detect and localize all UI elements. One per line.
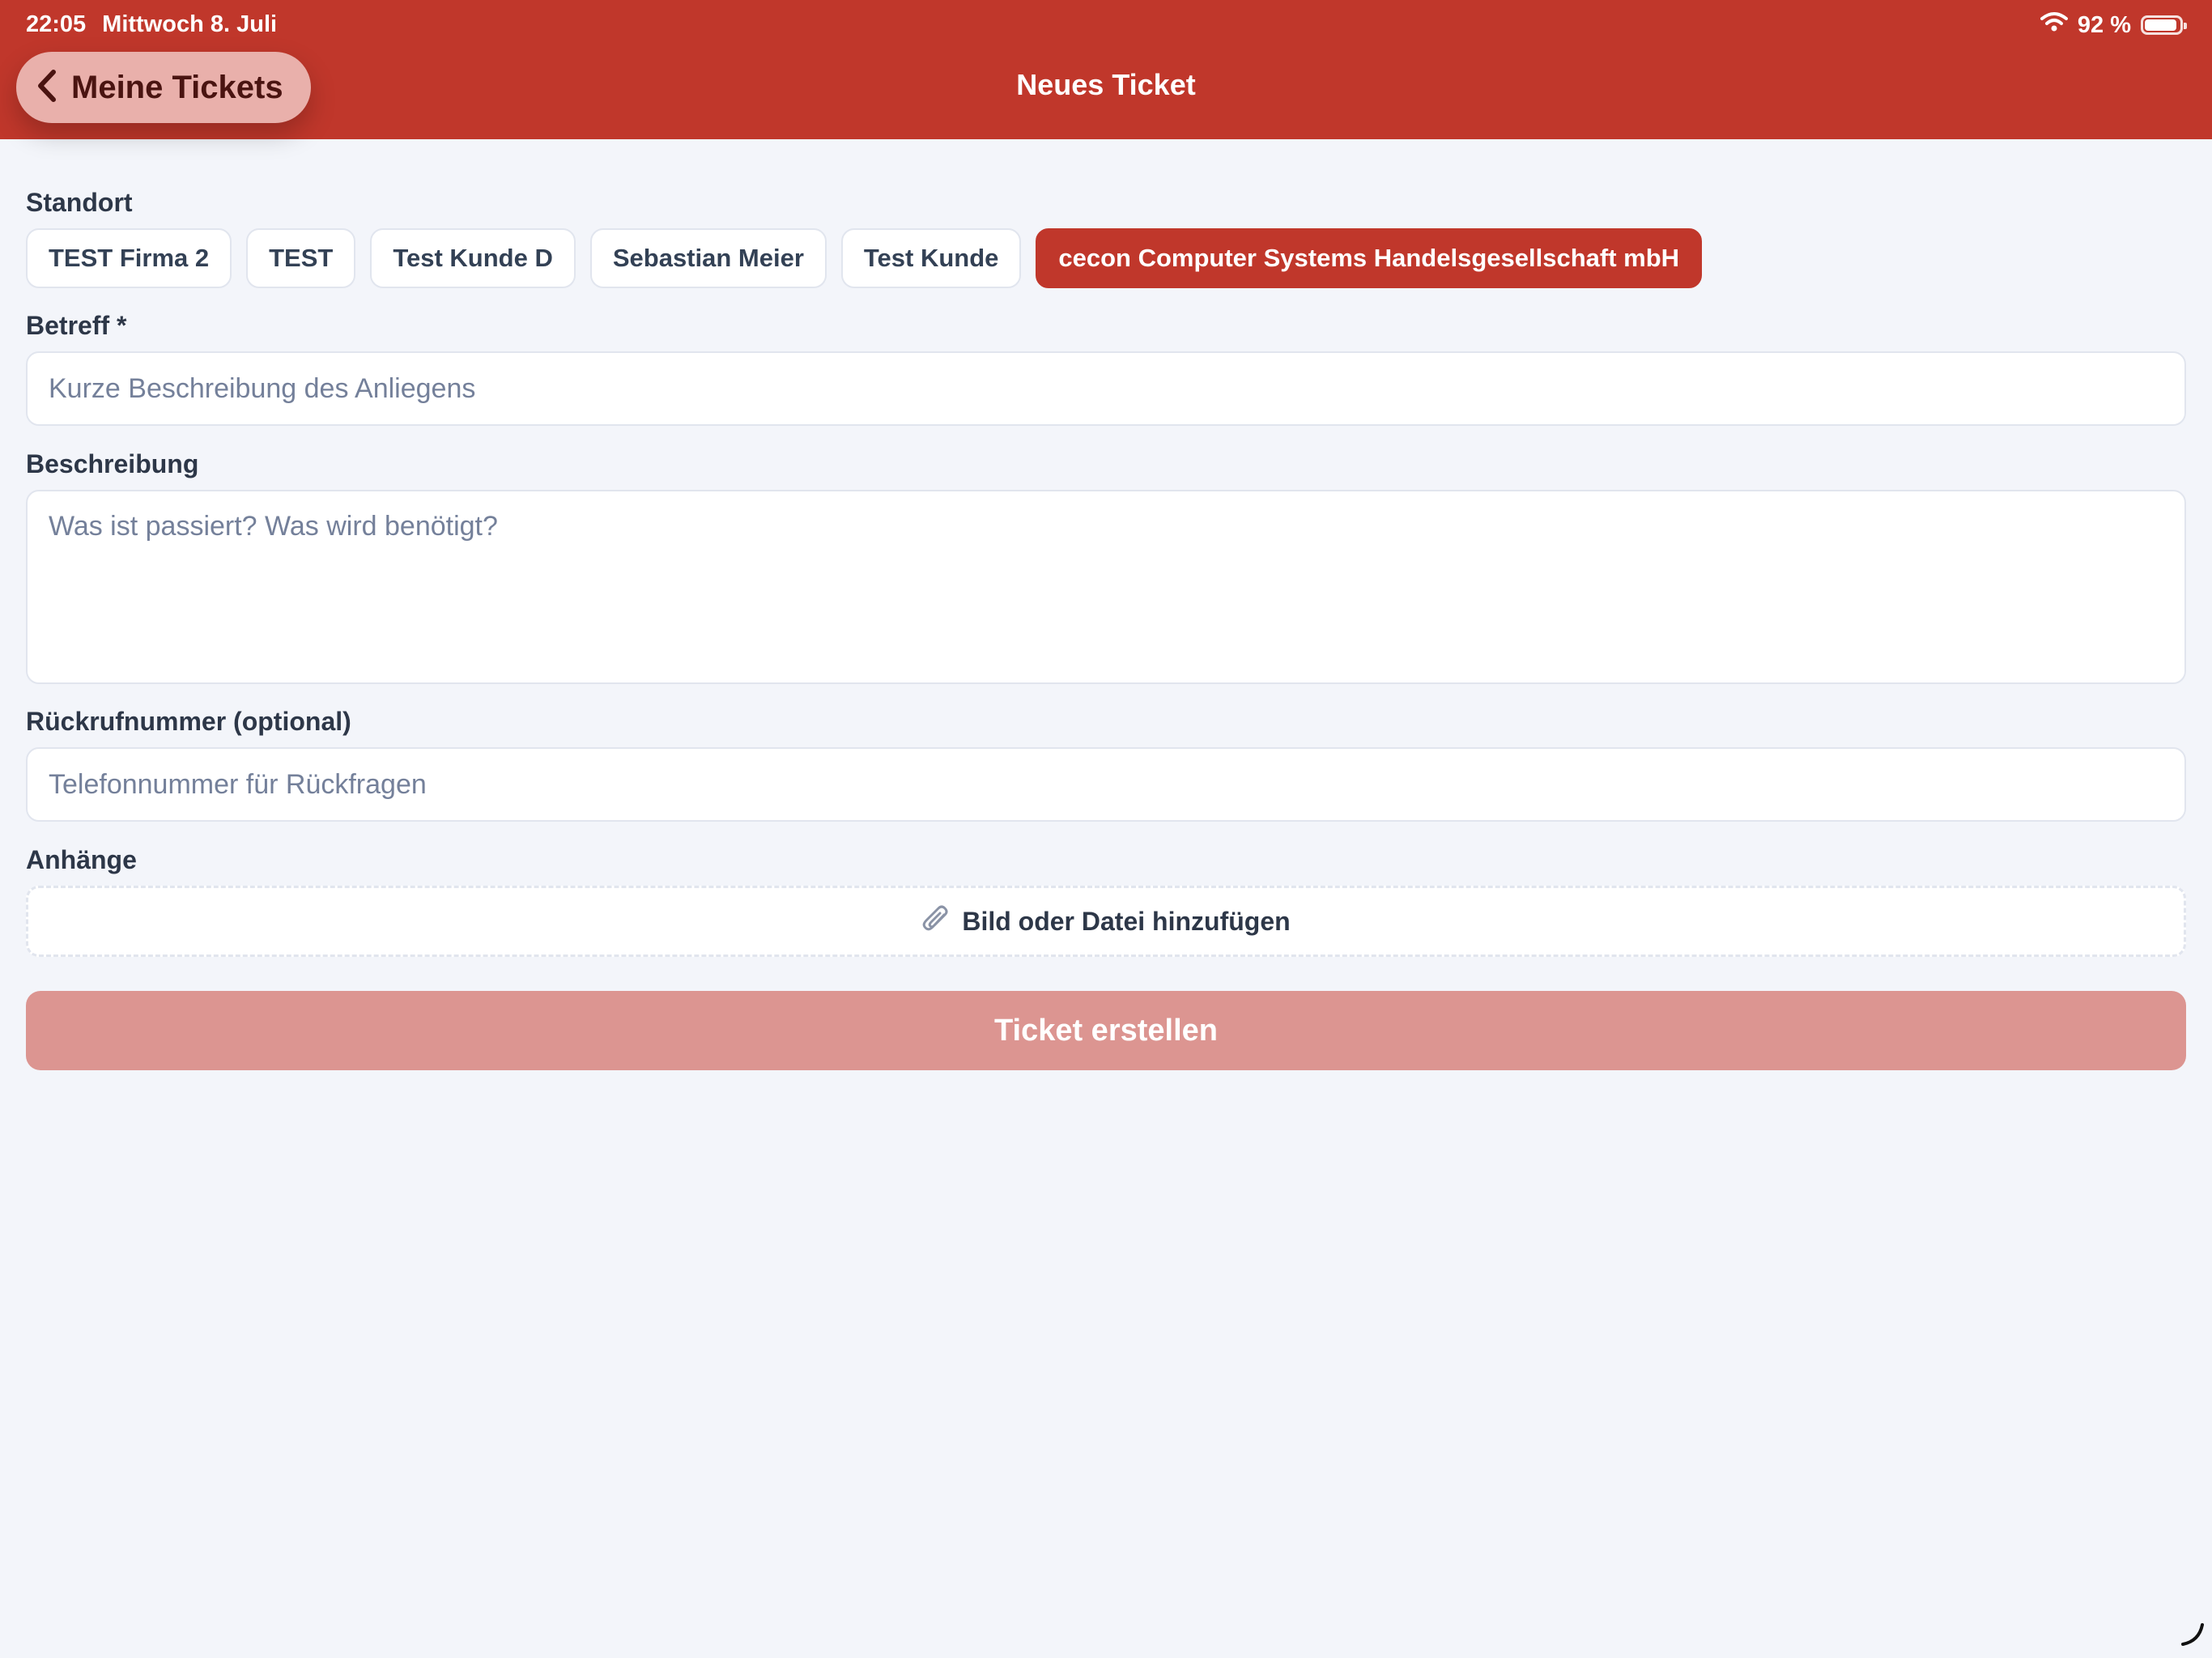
status-bar-right: 92 %: [2040, 11, 2187, 39]
battery-percent: 92 %: [2077, 11, 2131, 38]
location-chip[interactable]: Test Kunde: [840, 228, 1022, 288]
paperclip-icon: [921, 903, 951, 940]
subject-input[interactable]: [26, 351, 2186, 426]
status-time: 22:05: [26, 11, 87, 37]
callback-label: Rückrufnummer (optional): [26, 707, 351, 736]
wifi-icon: [2040, 11, 2068, 39]
subject-label: Betreff *: [26, 311, 127, 340]
app-header: 22:05 Mittwoch 8. Juli 92 % Meine Ticket…: [0, 0, 2212, 139]
location-chip[interactable]: Sebastian Meier: [589, 228, 827, 288]
add-attachment-button[interactable]: Bild oder Datei hinzufügen: [26, 886, 2186, 957]
location-chip[interactable]: TEST Firma 2: [26, 228, 232, 288]
resize-handle-icon: [2178, 1620, 2206, 1652]
page-title: Neues Ticket: [1016, 68, 1196, 101]
description-label: Beschreibung: [26, 449, 199, 478]
location-label: Standort: [26, 188, 133, 217]
status-date: Mittwoch 8. Juli: [102, 11, 278, 37]
callback-phone-input[interactable]: [26, 747, 2186, 822]
attachments-label: Anhänge: [26, 845, 137, 874]
add-attachment-label: Bild oder Datei hinzufügen: [962, 906, 1291, 936]
location-chip[interactable]: Test Kunde D: [370, 228, 576, 288]
battery-icon: [2141, 15, 2187, 35]
description-textarea[interactable]: [26, 490, 2186, 684]
status-bar-left: 22:05 Mittwoch 8. Juli: [26, 11, 277, 38]
location-chip[interactable]: cecon Computer Systems Handelsgesellscha…: [1036, 228, 1703, 288]
location-chip-group: TEST Firma 2 TEST Test Kunde D Sebastian Me…: [26, 228, 1703, 288]
battery-level: [2145, 19, 2176, 31]
location-chip[interactable]: TEST: [246, 228, 356, 288]
create-ticket-button[interactable]: Ticket erstellen: [26, 991, 2186, 1070]
